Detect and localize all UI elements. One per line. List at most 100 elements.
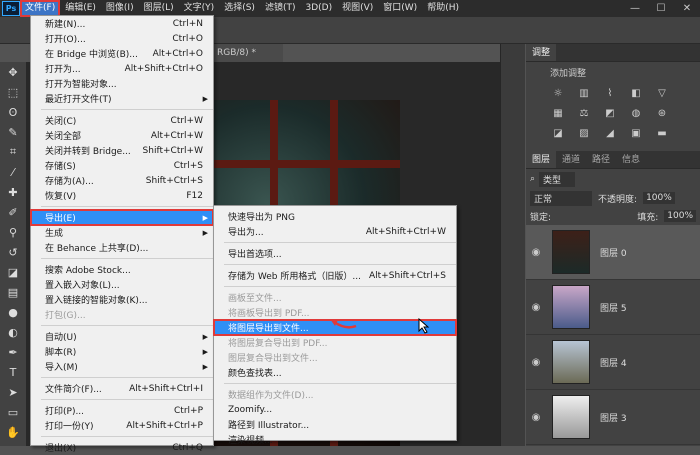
- menu-item-export-as[interactable]: 导出为... Alt+Shift+Ctrl+W: [214, 224, 456, 239]
- minimize-icon[interactable]: —: [622, 3, 648, 14]
- photo-filter-icon[interactable]: ◍: [628, 107, 644, 121]
- channel-mixer-icon[interactable]: ⊛: [654, 107, 670, 121]
- menu-item-open-smart-object[interactable]: 打开为智能对象...: [31, 76, 213, 91]
- menu-3d[interactable]: 3D(D): [300, 0, 337, 17]
- curves-icon[interactable]: ⌇: [602, 87, 618, 101]
- layer-row[interactable]: ◉ 图层 4: [526, 335, 700, 390]
- menu-item-recent[interactable]: 最近打开文件(T) ▶: [31, 91, 213, 106]
- tab-paths[interactable]: 路径: [586, 151, 616, 168]
- menu-view[interactable]: 视图(V): [337, 0, 378, 17]
- menu-item-export-preferences[interactable]: 导出首选项...: [214, 246, 456, 261]
- brightness-icon[interactable]: ☼: [550, 87, 566, 101]
- menu-window[interactable]: 窗口(W): [378, 0, 422, 17]
- threshold-icon[interactable]: ◢: [602, 127, 618, 141]
- blur-tool-icon[interactable]: ●: [0, 302, 26, 322]
- layer-row[interactable]: ◉ 图层 3: [526, 390, 700, 445]
- lasso-tool-icon[interactable]: ʘ: [0, 102, 26, 122]
- menu-item-browse-bridge[interactable]: 在 Bridge 中浏览(B)... Alt+Ctrl+O: [31, 46, 213, 61]
- menu-item-file-info[interactable]: 文件简介(F)... Alt+Shift+Ctrl+I: [31, 381, 213, 396]
- tab-info[interactable]: 信息: [616, 151, 646, 168]
- mouse-cursor-icon: [418, 318, 430, 334]
- dodge-tool-icon[interactable]: ◐: [0, 322, 26, 342]
- menu-item-color-lookup[interactable]: 颜色查找表...: [214, 365, 456, 380]
- layers-panel-tabs: 图层 通道 路径 信息: [526, 151, 700, 169]
- menu-item-scripts[interactable]: 脚本(R) ▶: [31, 344, 213, 359]
- stamp-tool-icon[interactable]: ⚲: [0, 222, 26, 242]
- menu-item-revert[interactable]: 恢复(V) F12: [31, 188, 213, 203]
- menu-item-render-video[interactable]: 渲染视频...: [214, 432, 456, 447]
- marquee-tool-icon[interactable]: ⬚: [0, 82, 26, 102]
- menu-item-data-sets: 数据组作为文件(D)...: [228, 391, 314, 401]
- move-tool-icon[interactable]: ✥: [0, 62, 26, 82]
- menu-item-save-for-web[interactable]: 存储为 Web 所用格式（旧版）... Alt+Shift+Ctrl+S: [214, 268, 456, 283]
- hue-saturation-icon[interactable]: ▦: [550, 107, 566, 121]
- healing-tool-icon[interactable]: ✚: [0, 182, 26, 202]
- menu-item-open[interactable]: 打开(O)... Ctrl+O: [31, 31, 213, 46]
- menu-item-place-embedded[interactable]: 置入嵌入对象(L)...: [31, 277, 213, 292]
- menu-item-quick-export-png[interactable]: 快速导出为 PNG: [214, 209, 456, 224]
- black-white-icon[interactable]: ◩: [602, 107, 618, 121]
- invert-icon[interactable]: ◪: [550, 127, 566, 141]
- tab-channels[interactable]: 通道: [556, 151, 586, 168]
- shape-tool-icon[interactable]: ▭: [0, 402, 26, 422]
- layer-kind-select[interactable]: 类型: [539, 171, 576, 187]
- crop-tool-icon[interactable]: ⌗: [0, 142, 26, 162]
- tab-layers[interactable]: 图层: [526, 151, 557, 168]
- menu-item-zoomify[interactable]: Zoomify...: [214, 402, 456, 417]
- vibrance-icon[interactable]: ▽: [654, 87, 670, 101]
- close-icon[interactable]: ✕: [674, 3, 700, 14]
- menu-separator: [41, 325, 213, 326]
- menu-item-print[interactable]: 打印(P)... Ctrl+P: [31, 403, 213, 418]
- menu-item-exit[interactable]: 退出(X) Ctrl+Q: [31, 440, 213, 455]
- brush-tool-icon[interactable]: ✐: [0, 202, 26, 222]
- menu-item-export[interactable]: 导出(E) ▶: [30, 209, 214, 226]
- layer-row[interactable]: ◉ 图层 0: [526, 225, 700, 280]
- maximize-icon[interactable]: ☐: [648, 3, 674, 14]
- menu-item-close[interactable]: 关闭(C) Ctrl+W: [31, 113, 213, 128]
- selective-color-icon[interactable]: ▣: [628, 127, 644, 141]
- menu-item-new[interactable]: 新建(N)... Ctrl+N: [31, 16, 213, 31]
- menu-item-paths-to-illustrator[interactable]: 路径到 Illustrator...: [214, 417, 456, 432]
- eye-icon[interactable]: ◉: [526, 302, 546, 313]
- menu-filter[interactable]: 滤镜(T): [260, 0, 301, 17]
- eyedropper-tool-icon[interactable]: ⁄: [0, 162, 26, 182]
- menu-item-import[interactable]: 导入(M) ▶: [31, 359, 213, 374]
- menu-item-behance[interactable]: 在 Behance 上共享(D)...: [31, 240, 213, 255]
- menu-item-print-one[interactable]: 打印一份(Y) Alt+Shift+Ctrl+P: [31, 418, 213, 433]
- menu-item-place-linked[interactable]: 置入链接的智能对象(K)...: [31, 292, 213, 307]
- pen-tool-icon[interactable]: ✒: [0, 342, 26, 362]
- menu-help[interactable]: 帮助(H): [422, 0, 464, 17]
- menu-item-save[interactable]: 存储(S) Ctrl+S: [31, 158, 213, 173]
- eraser-tool-icon[interactable]: ◪: [0, 262, 26, 282]
- menu-item-adobe-stock[interactable]: 搜索 Adobe Stock...: [31, 262, 213, 277]
- menu-item-generate[interactable]: 生成 ▶: [31, 225, 213, 240]
- document-tab[interactable]: RGB/8) *: [213, 44, 283, 62]
- history-brush-tool-icon[interactable]: ↺: [0, 242, 26, 262]
- menu-select[interactable]: 选择(S): [219, 0, 260, 17]
- levels-icon[interactable]: ▥: [576, 87, 592, 101]
- eye-icon[interactable]: ◉: [526, 247, 546, 258]
- menu-item-close-bridge[interactable]: 关闭并转到 Bridge... Shift+Ctrl+W: [31, 143, 213, 158]
- path-select-tool-icon[interactable]: ➤: [0, 382, 26, 402]
- quick-select-tool-icon[interactable]: ✎: [0, 122, 26, 142]
- eye-icon[interactable]: ◉: [526, 412, 546, 423]
- menu-item-close-all[interactable]: 关闭全部 Alt+Ctrl+W: [31, 128, 213, 143]
- gradient-map-icon[interactable]: ▬: [654, 127, 670, 141]
- layer-row[interactable]: ◉ 图层 5: [526, 280, 700, 335]
- hand-tool-icon[interactable]: ✋: [0, 422, 26, 442]
- blend-mode-select[interactable]: 正常: [530, 190, 593, 206]
- color-balance-icon[interactable]: ⚖: [576, 107, 592, 121]
- gradient-tool-icon[interactable]: ▤: [0, 282, 26, 302]
- menu-item-automate[interactable]: 自动(U) ▶: [31, 329, 213, 344]
- type-tool-icon[interactable]: T: [0, 362, 26, 382]
- exposure-icon[interactable]: ◧: [628, 87, 644, 101]
- layer-thumbnail: [552, 230, 590, 274]
- posterize-icon[interactable]: ▨: [576, 127, 592, 141]
- opacity-input[interactable]: 100%: [643, 192, 675, 204]
- eye-icon[interactable]: ◉: [526, 357, 546, 368]
- menu-item-save-as[interactable]: 存储为(A)... Shift+Ctrl+S: [31, 173, 213, 188]
- fill-input[interactable]: 100%: [664, 210, 696, 222]
- lock-label: 锁定:: [530, 212, 552, 223]
- tab-adjustments[interactable]: 调整: [526, 44, 557, 61]
- menu-item-open-as[interactable]: 打开为... Alt+Shift+Ctrl+O: [31, 61, 213, 76]
